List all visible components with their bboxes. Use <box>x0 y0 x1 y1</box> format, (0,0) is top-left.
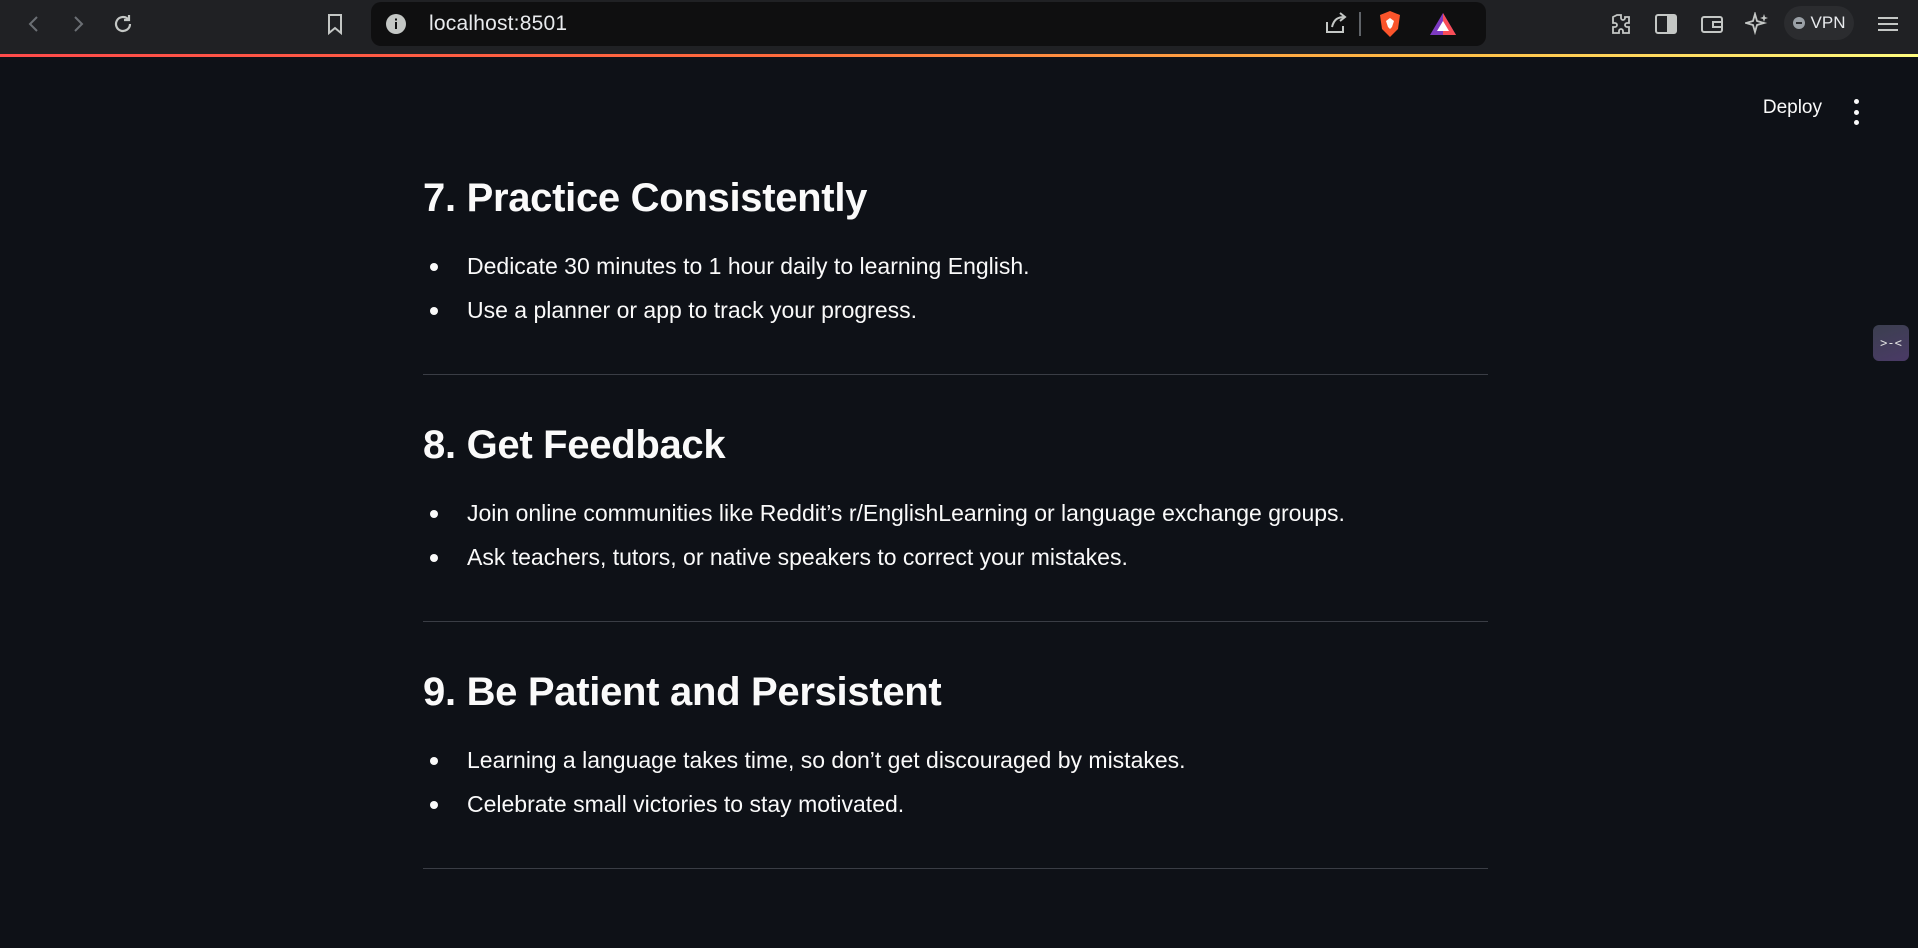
section-heading: 7. Practice Consistently <box>423 176 868 220</box>
site-info-icon[interactable] <box>385 13 407 40</box>
list-item: Celebrate small victories to stay motiva… <box>423 782 1488 826</box>
browser-toolbar: localhost:8501 VPN <box>0 0 1918 54</box>
divider <box>423 374 1488 375</box>
sidebar-icon[interactable] <box>1650 8 1682 40</box>
bullet-list: Join online communities like Reddit’s r/… <box>423 491 1488 579</box>
list-item: Ask teachers, tutors, or native speakers… <box>423 535 1488 579</box>
address-bar[interactable]: localhost:8501 <box>371 2 1486 46</box>
bullet-list: Dedicate 30 minutes to 1 hour daily to l… <box>423 244 1488 332</box>
brave-shields-icon[interactable] <box>1377 10 1403 43</box>
bullet-list: Learning a language takes time, so don’t… <box>423 738 1488 826</box>
brave-rewards-icon[interactable] <box>1429 12 1457 41</box>
main-content: 7. Practice Consistently Dedicate 30 min… <box>423 160 1488 901</box>
divider <box>423 868 1488 869</box>
divider <box>423 621 1488 622</box>
list-item: Use a planner or app to track your progr… <box>423 288 1488 332</box>
share-icon[interactable] <box>1323 10 1349 41</box>
list-item: Join online communities like Reddit’s r/… <box>423 491 1488 535</box>
leo-ai-icon[interactable] <box>1741 8 1773 40</box>
app-header: Deploy <box>0 57 1918 165</box>
list-item: Learning a language takes time, so don’t… <box>423 738 1488 782</box>
section-get-feedback: 8. Get Feedback Join online communities … <box>423 407 1488 622</box>
section-heading: 8. Get Feedback <box>423 423 726 467</box>
url-text[interactable]: localhost:8501 <box>429 12 567 36</box>
forward-icon[interactable] <box>62 8 94 40</box>
dev-tools-widget-icon[interactable]: >-< <box>1873 325 1909 361</box>
back-icon[interactable] <box>18 8 50 40</box>
list-item: Dedicate 30 minutes to 1 hour daily to l… <box>423 244 1488 288</box>
address-bar-divider <box>1359 12 1361 36</box>
section-practice-consistently: 7. Practice Consistently Dedicate 30 min… <box>423 160 1488 375</box>
vpn-button[interactable]: VPN <box>1784 6 1854 40</box>
extensions-icon[interactable] <box>1605 8 1637 40</box>
vpn-label: VPN <box>1810 13 1846 32</box>
section-be-patient: 9. Be Patient and Persistent Learning a … <box>423 654 1488 869</box>
reload-icon[interactable] <box>107 8 139 40</box>
main-menu-icon[interactable] <box>1846 99 1866 125</box>
vpn-status-icon <box>1792 17 1805 29</box>
menu-icon[interactable] <box>1872 8 1904 40</box>
wallet-icon[interactable] <box>1696 8 1728 40</box>
deploy-button[interactable]: Deploy <box>1763 97 1822 119</box>
bookmark-icon[interactable] <box>319 8 351 40</box>
section-heading: 9. Be Patient and Persistent <box>423 670 942 714</box>
